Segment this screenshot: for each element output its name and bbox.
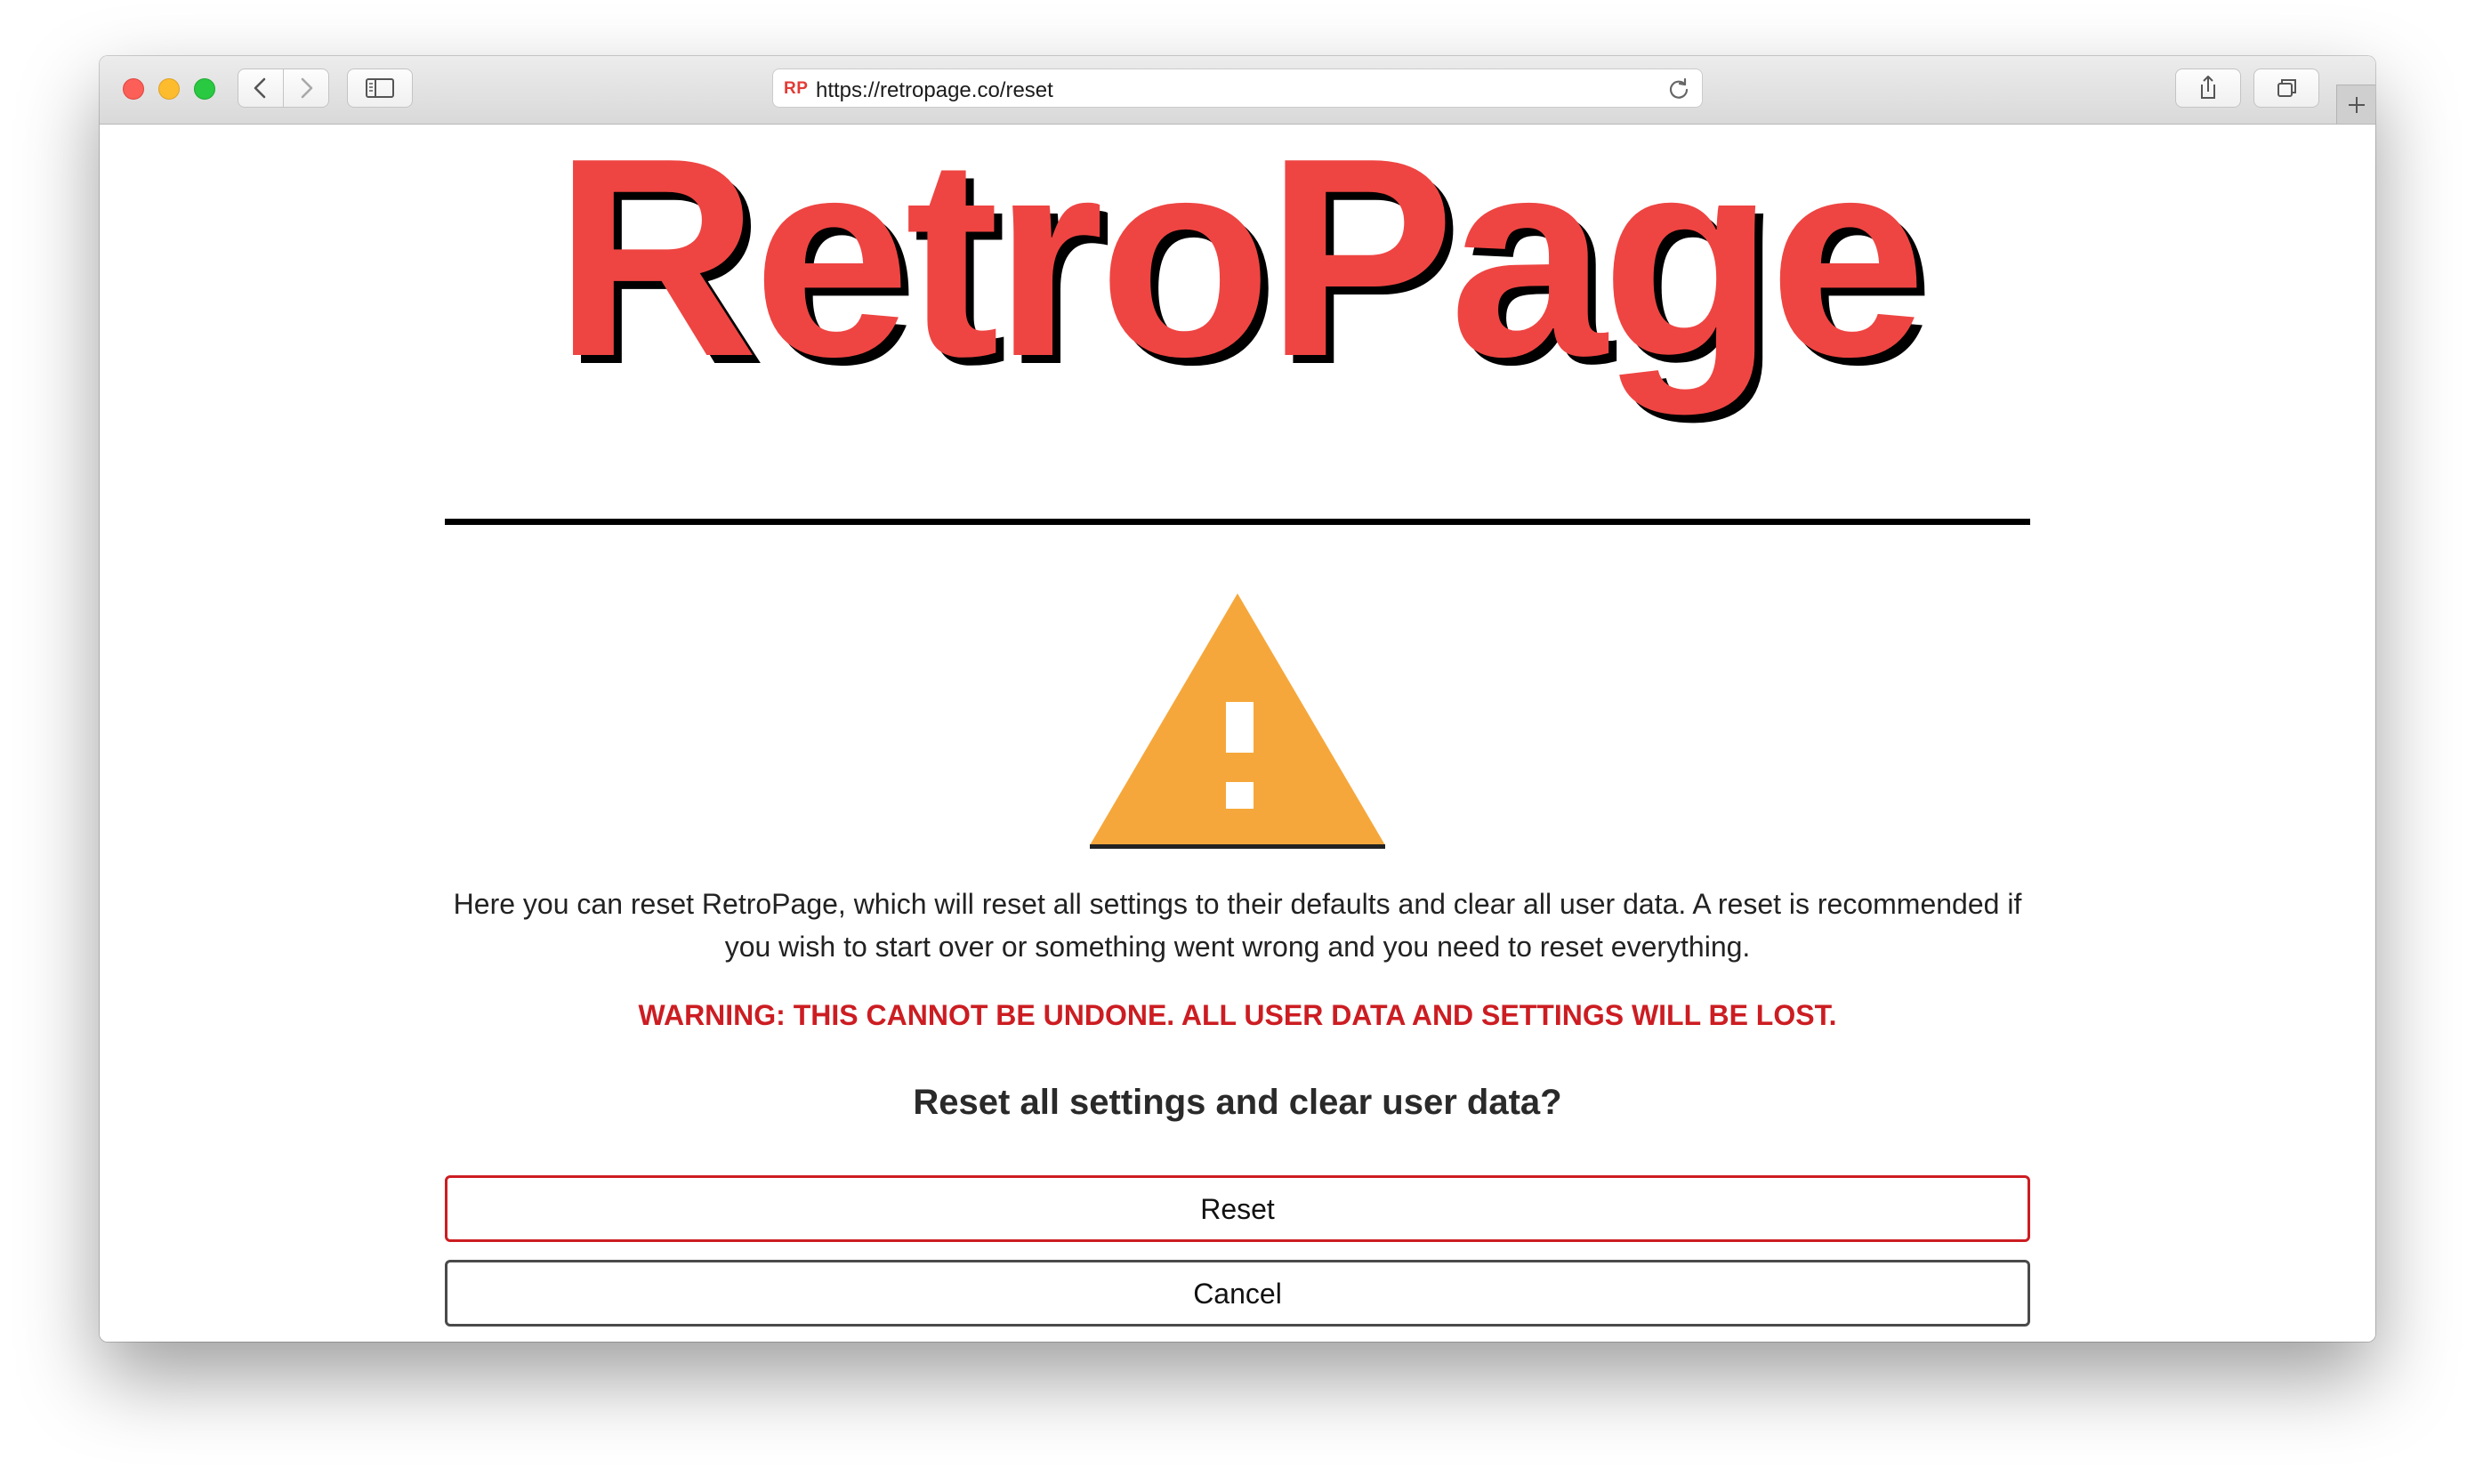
cancel-button[interactable]: Cancel	[445, 1260, 2030, 1327]
forward-button[interactable]	[283, 69, 329, 108]
sidebar-toggle-button[interactable]	[347, 69, 413, 108]
page-content: RetroPage Here you can reset RetroPage, …	[100, 100, 2375, 1342]
show-tabs-button[interactable]	[2253, 69, 2319, 108]
maximize-window-button[interactable]	[194, 78, 215, 100]
reset-description: Here you can reset RetroPage, which will…	[453, 888, 2022, 963]
reset-button[interactable]: Reset	[445, 1175, 2030, 1242]
chevron-right-icon	[301, 77, 313, 99]
minimize-window-button[interactable]	[158, 78, 180, 100]
site-favicon: RP	[784, 79, 809, 98]
data-loss-warning: WARNING: THIS CANNOT BE UNDONE. ALL USER…	[638, 999, 1837, 1031]
chevron-left-icon	[254, 77, 266, 99]
new-tab-button[interactable]	[2336, 85, 2375, 124]
reset-confirmation-question: Reset all settings and clear user data?	[913, 1083, 1562, 1122]
back-button[interactable]	[238, 69, 284, 108]
plus-icon	[2349, 97, 2365, 113]
browser-window: RP https://retropage.co/reset RetroPage …	[100, 56, 2375, 1342]
close-window-button[interactable]	[123, 78, 144, 100]
reload-icon[interactable]	[1666, 77, 1691, 101]
header-divider	[445, 519, 2030, 525]
tabs-icon	[2277, 79, 2296, 97]
share-button[interactable]	[2175, 69, 2241, 108]
screenshot-stage: RP https://retropage.co/reset RetroPage …	[0, 0, 2475, 1484]
site-logo: RetroPage	[553, 100, 1926, 415]
warning-triangle-icon	[1090, 593, 1385, 849]
share-icon	[2201, 76, 2215, 99]
sidebar-icon	[366, 78, 394, 98]
